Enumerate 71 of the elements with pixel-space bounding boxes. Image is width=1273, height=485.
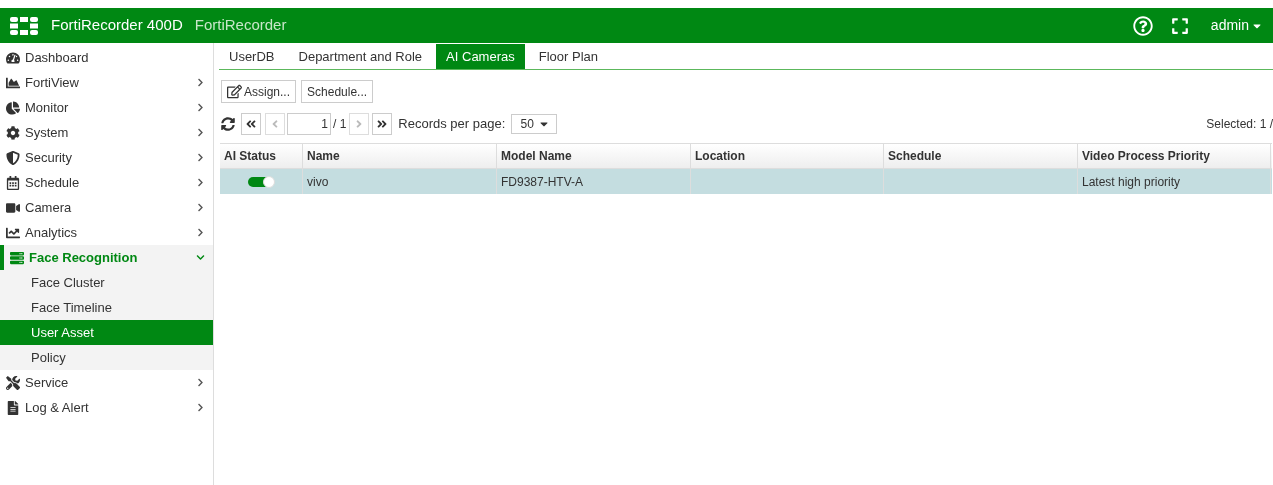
chevron-right-icon [196,153,205,162]
status-toggle[interactable] [248,176,274,187]
calendar-icon [6,175,20,190]
column-header[interactable]: AI Status [220,144,303,168]
pie-chart-icon [6,100,20,115]
column-header[interactable]: Model Name [497,144,691,168]
first-page-button[interactable] [241,113,261,135]
table-cell-text: Latest high priority [1082,173,1181,191]
gear-icon [6,125,20,140]
line-chart-icon [6,225,20,240]
sidebar-item[interactable]: Dashboard [0,45,213,70]
column-header[interactable]: Video Process Priority [1078,144,1271,168]
chevron-right-icon [196,203,205,212]
tab[interactable]: Department and Role [288,44,433,69]
double-right-icon [377,118,388,130]
toolbar-button[interactable]: Assign... [221,80,297,103]
server-icon [10,250,24,265]
records-select[interactable]: 50 [511,114,558,134]
sidebar-item[interactable]: Monitor [0,95,213,120]
records-label: Records per page: [398,115,506,134]
tab[interactable]: Floor Plan [528,44,608,69]
submenu-item[interactable]: User Asset [0,320,213,345]
video-camera-icon [6,200,20,215]
sidebar-item[interactable]: Camera [0,195,213,220]
document-icon [6,400,20,415]
tab[interactable]: UserDB [219,44,285,69]
user-menu[interactable]: admin [1210,15,1263,36]
fullscreen-icon[interactable] [1170,16,1189,35]
product-name: FortiRecorder 400D [51,15,183,36]
selected-count: Selected: 1 / [1206,116,1273,133]
sidebar-item[interactable]: Log & Alert [0,395,213,420]
chevron-down-icon [196,253,205,262]
chevron-right-icon [196,128,205,137]
logo-icon [10,16,38,35]
table-cell-text: vivo [307,173,329,191]
host-name: FortiRecorder [194,15,287,36]
chevron-right-icon [196,228,205,237]
table-row[interactable]: vivo FD9387-HTV-A Latest high priority [220,169,1272,194]
chevron-right-icon [196,378,205,387]
edit-icon [227,84,242,99]
double-left-icon [246,118,256,130]
tools-icon [6,375,20,390]
chevron-right-icon [196,178,205,187]
chevron-right-icon [196,78,205,87]
last-page-button[interactable] [372,113,393,135]
submenu-item[interactable]: Face Cluster [0,270,213,295]
tab[interactable]: AI Cameras [436,44,525,69]
sidebar-item[interactable]: Security [0,145,213,170]
submenu-item[interactable]: Policy [0,345,213,370]
sidebar-item[interactable]: Analytics [0,220,213,245]
chevron-right-icon [196,103,205,112]
sidebar-item[interactable]: Service [0,370,213,395]
area-chart-icon [6,75,20,90]
column-header[interactable]: Location [691,144,884,168]
sidebar-item[interactable]: System [0,120,213,145]
table-cell-text: FD9387-HTV-A [501,173,584,191]
sidebar-item[interactable]: FortiView [0,70,213,95]
sidebar-item[interactable]: Face Recognition [0,245,213,270]
column-header[interactable]: Schedule [884,144,1078,168]
left-icon [270,118,280,130]
sidebar-item[interactable]: Schedule [0,170,213,195]
submenu-item[interactable]: Face Timeline [0,295,213,320]
help-icon[interactable] [1132,15,1153,36]
toolbar-button[interactable]: Schedule... [301,80,374,103]
page-total: / 1 [333,116,347,133]
column-header[interactable]: Name [303,144,497,168]
page-input[interactable]: 1 [287,113,331,135]
refresh-icon[interactable] [221,117,235,131]
shield-icon [6,150,20,165]
dashboard-icon [6,50,20,65]
chevron-right-icon [196,403,205,412]
